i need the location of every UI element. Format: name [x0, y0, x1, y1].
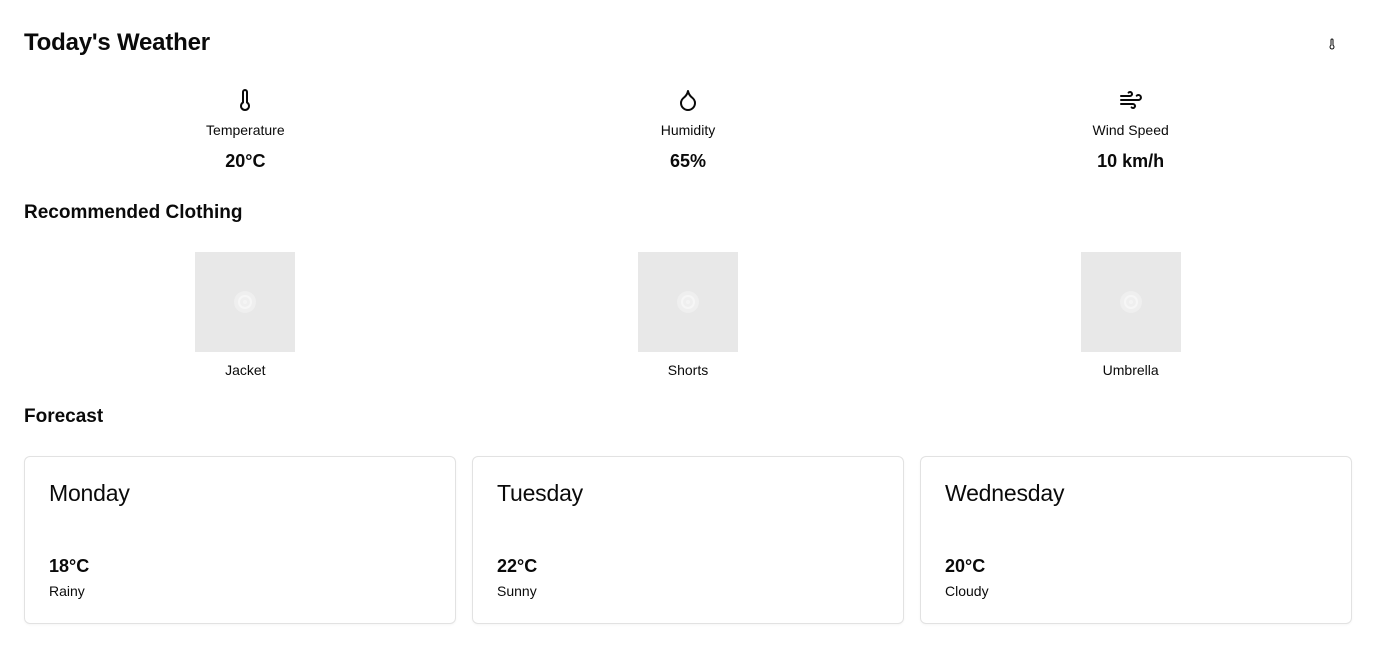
stat-label: Humidity: [660, 122, 716, 138]
forecast-day: Monday: [49, 480, 130, 506]
stat-label: Wind Speed: [1092, 122, 1169, 138]
weather-stats: Temperature 20°C Humidity 65% Wind Speed…: [24, 86, 1352, 176]
clothing-list: Jacket Shorts Umbrella: [24, 252, 1352, 378]
header: Today's Weather: [24, 28, 1352, 60]
clothing-section-title: Recommended Clothing: [24, 202, 243, 223]
thermometer-icon: [1329, 38, 1335, 50]
stat-label: Temperature: [206, 122, 285, 138]
stat-value: 65%: [669, 151, 706, 171]
clothing-item-jacket: Jacket: [24, 252, 467, 378]
clothing-item-shorts: Shorts: [467, 252, 910, 378]
wind-icon: [1119, 91, 1142, 109]
stat-value: 10 km/h: [1097, 151, 1165, 171]
stat-wind-speed: Wind Speed 10 km/h: [909, 86, 1352, 176]
image-placeholder-icon: [1119, 291, 1142, 313]
forecast-day: Wednesday: [945, 480, 1065, 506]
clothing-image: [195, 252, 296, 352]
forecast-list: Monday 18°C Rainy Tuesday 22°C Sunny Wed…: [24, 456, 1352, 624]
clothing-label: Jacket: [225, 362, 266, 378]
droplet-icon: [679, 90, 696, 111]
forecast-card-tuesday: Tuesday 22°C Sunny: [472, 456, 904, 624]
thermometer-icon: [240, 89, 251, 111]
forecast-card-wednesday: Wednesday 20°C Cloudy: [920, 456, 1352, 624]
clothing-label: Shorts: [667, 362, 709, 378]
forecast-condition: Rainy: [49, 583, 85, 599]
forecast-card-monday: Monday 18°C Rainy: [24, 456, 456, 624]
forecast-temperature: 20°C: [945, 556, 986, 576]
clothing-image: [637, 252, 738, 352]
forecast-condition: Cloudy: [945, 583, 989, 599]
page-title: Today's Weather: [24, 29, 210, 56]
stat-humidity: Humidity 65%: [467, 86, 910, 176]
unit-toggle-button[interactable]: [1320, 30, 1344, 58]
clothing-image: [1080, 252, 1181, 352]
weather-page: Today's Weather Temperature 20°C Humidit…: [0, 0, 1376, 650]
forecast-section-title: Forecast: [24, 406, 104, 427]
forecast-condition: Sunny: [497, 583, 537, 599]
clothing-label: Umbrella: [1102, 362, 1159, 378]
stat-value: 20°C: [225, 151, 266, 171]
clothing-item-umbrella: Umbrella: [909, 252, 1352, 378]
forecast-day: Tuesday: [497, 480, 583, 506]
forecast-temperature: 18°C: [49, 556, 90, 576]
image-placeholder-icon: [234, 291, 257, 313]
stat-temperature: Temperature 20°C: [24, 86, 467, 176]
forecast-temperature: 22°C: [497, 556, 538, 576]
image-placeholder-icon: [676, 291, 699, 313]
